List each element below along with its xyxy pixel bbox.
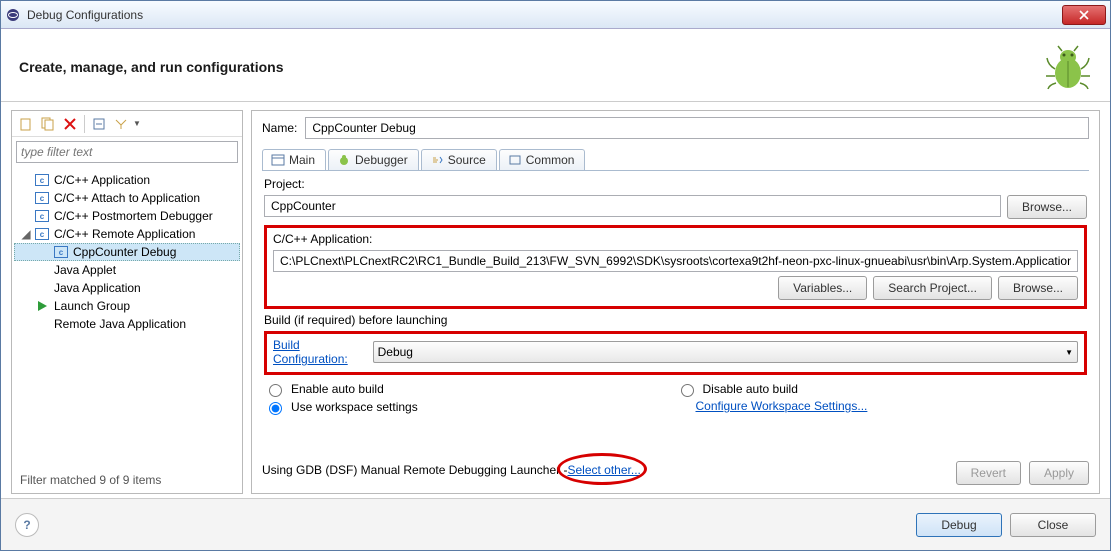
debug-bug-icon bbox=[1044, 43, 1092, 91]
tree-item-label: C/C++ Postmortem Debugger bbox=[54, 209, 213, 223]
browse-app-button[interactable]: Browse... bbox=[998, 276, 1078, 300]
tab-label: Source bbox=[448, 153, 486, 167]
enable-auto-build-radio[interactable]: Enable auto build bbox=[264, 381, 676, 397]
tab-label: Common bbox=[526, 153, 575, 167]
configure-workspace-link[interactable]: Configure Workspace Settings... bbox=[696, 399, 868, 413]
header: Create, manage, and run configurations bbox=[1, 29, 1110, 102]
tree-item[interactable]: cC/C++ Application bbox=[14, 171, 240, 189]
tree-item[interactable]: Launch Group bbox=[14, 297, 240, 315]
tree-item-label: Launch Group bbox=[54, 299, 130, 313]
build-config-select[interactable]: Debug ▼ bbox=[373, 341, 1078, 363]
app-label: C/C++ Application: bbox=[273, 232, 1078, 246]
filter-status: Filter matched 9 of 9 items bbox=[12, 467, 242, 493]
variables-button[interactable]: Variables... bbox=[778, 276, 867, 300]
close-window-button[interactable] bbox=[1062, 5, 1106, 25]
build-config-value: Debug bbox=[378, 345, 413, 359]
window-controls bbox=[1062, 5, 1106, 25]
tab-main[interactable]: Main bbox=[262, 149, 326, 170]
chevron-down-icon[interactable]: ▼ bbox=[133, 119, 141, 128]
project-input[interactable] bbox=[264, 195, 1001, 217]
collapse-all-icon[interactable] bbox=[89, 114, 109, 134]
tree-item-label: Java Application bbox=[54, 281, 141, 295]
config-toolbar: ▼ bbox=[12, 111, 242, 137]
close-icon bbox=[1079, 10, 1089, 20]
filter-box bbox=[16, 141, 238, 163]
tab-main-body: Project: Browse... C/C++ Application: Va… bbox=[262, 171, 1089, 449]
configurations-panel: ▼ cC/C++ ApplicationcC/C++ Attach to App… bbox=[11, 110, 243, 494]
tree-item[interactable]: Remote Java Application bbox=[14, 315, 240, 333]
content-area: ▼ cC/C++ ApplicationcC/C++ Attach to App… bbox=[1, 102, 1110, 498]
tree-item[interactable]: cCppCounter Debug bbox=[14, 243, 240, 261]
filter-input[interactable] bbox=[16, 141, 238, 163]
project-label: Project: bbox=[264, 177, 1087, 191]
tree-toggle-icon[interactable]: ◢ bbox=[20, 227, 32, 241]
app-path-input[interactable] bbox=[273, 250, 1078, 272]
window-title: Debug Configurations bbox=[27, 8, 1062, 22]
tab-label: Debugger bbox=[355, 153, 408, 167]
tab-source[interactable]: Source bbox=[421, 149, 497, 170]
browse-project-button[interactable]: Browse... bbox=[1007, 195, 1087, 219]
select-other-link[interactable]: Select other... bbox=[567, 463, 640, 477]
tree-item-label: C/C++ Attach to Application bbox=[54, 191, 200, 205]
build-config-link[interactable]: Build Configuration: bbox=[273, 338, 365, 366]
tree-item-label: C/C++ Application bbox=[54, 173, 150, 187]
tree-item-label: Java Applet bbox=[54, 263, 116, 277]
tabstrip: Main Debugger Source Common bbox=[262, 145, 1089, 171]
page-title: Create, manage, and run configurations bbox=[19, 59, 1044, 75]
debug-button[interactable]: Debug bbox=[916, 513, 1002, 537]
dialog-window: Debug Configurations Create, manage, and… bbox=[0, 0, 1111, 551]
launcher-text: Using GDB (DSF) Manual Remote Debugging … bbox=[262, 463, 567, 477]
radio-icon[interactable] bbox=[269, 384, 282, 397]
tab-label: Main bbox=[289, 153, 315, 167]
close-button[interactable]: Close bbox=[1010, 513, 1096, 537]
tree-item[interactable]: Java Application bbox=[14, 279, 240, 297]
revert-button[interactable]: Revert bbox=[956, 461, 1021, 485]
radio-icon[interactable] bbox=[269, 402, 282, 415]
highlight-build-config: Build Configuration: Debug ▼ bbox=[264, 331, 1087, 375]
radio-label: Disable auto build bbox=[703, 382, 798, 396]
name-input[interactable] bbox=[305, 117, 1089, 139]
bug-tab-icon bbox=[337, 154, 351, 166]
help-button[interactable]: ? bbox=[15, 513, 39, 537]
eclipse-icon bbox=[5, 7, 21, 23]
new-config-icon[interactable] bbox=[16, 114, 36, 134]
disable-auto-build-radio[interactable]: Disable auto build bbox=[676, 381, 1088, 397]
tree-item[interactable]: cC/C++ Postmortem Debugger bbox=[14, 207, 240, 225]
tree-item[interactable]: Java Applet bbox=[14, 261, 240, 279]
name-label: Name: bbox=[262, 121, 297, 135]
tab-debugger[interactable]: Debugger bbox=[328, 149, 419, 170]
use-workspace-settings-radio[interactable]: Use workspace settings bbox=[264, 399, 676, 415]
tab-common[interactable]: Common bbox=[499, 149, 586, 170]
radio-label: Enable auto build bbox=[291, 382, 384, 396]
search-project-button[interactable]: Search Project... bbox=[873, 276, 992, 300]
tree-item-label: Remote Java Application bbox=[54, 317, 186, 331]
apply-button[interactable]: Apply bbox=[1029, 461, 1089, 485]
chevron-down-icon: ▼ bbox=[1065, 348, 1073, 357]
separator bbox=[84, 115, 85, 133]
config-editor: Name: Main Debugger Source Co bbox=[251, 110, 1100, 494]
main-tab-icon bbox=[271, 154, 285, 166]
tree-item[interactable]: cC/C++ Attach to Application bbox=[14, 189, 240, 207]
tree-item[interactable]: ◢cC/C++ Remote Application bbox=[14, 225, 240, 243]
build-section-label: Build (if required) before launching bbox=[264, 313, 1087, 327]
radio-label: Use workspace settings bbox=[291, 400, 418, 414]
tree-item-label: CppCounter Debug bbox=[73, 245, 176, 259]
dialog-footer: ? Debug Close bbox=[1, 498, 1110, 550]
config-tree[interactable]: cC/C++ ApplicationcC/C++ Attach to Appli… bbox=[12, 167, 242, 467]
launcher-row: Using GDB (DSF) Manual Remote Debugging … bbox=[262, 449, 1089, 487]
duplicate-config-icon[interactable] bbox=[38, 114, 58, 134]
tree-item-label: C/C++ Remote Application bbox=[54, 227, 195, 241]
common-tab-icon bbox=[508, 154, 522, 166]
titlebar: Debug Configurations bbox=[1, 1, 1110, 29]
highlight-application: C/C++ Application: Variables... Search P… bbox=[264, 225, 1087, 309]
source-tab-icon bbox=[430, 154, 444, 166]
name-row: Name: bbox=[262, 117, 1089, 139]
delete-config-icon[interactable] bbox=[60, 114, 80, 134]
filter-icon[interactable] bbox=[111, 114, 131, 134]
radio-icon[interactable] bbox=[681, 384, 694, 397]
help-icon: ? bbox=[23, 518, 30, 532]
